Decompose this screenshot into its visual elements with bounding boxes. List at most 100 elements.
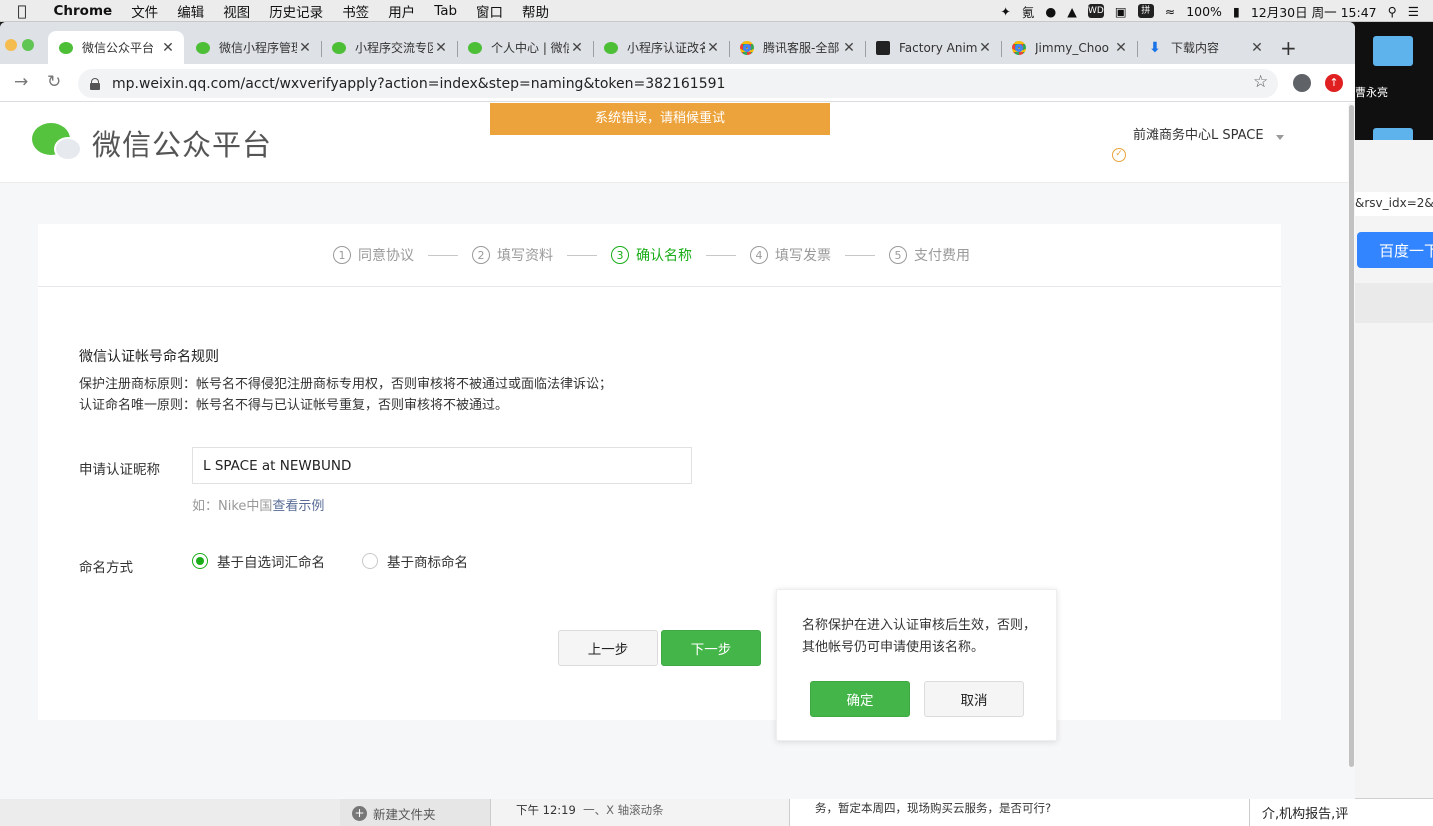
tab-downloads[interactable]: ⬇ 下载内容 ✕ [1137, 31, 1273, 64]
tab-jimmy-choo[interactable]: Jimmy_Choo ✕ [1001, 31, 1137, 64]
battery-icon[interactable]: ▮ [1233, 4, 1240, 19]
new-folder-button[interactable]: + 新建文件夹 [340, 799, 490, 826]
chevron-down-icon[interactable] [1276, 135, 1284, 140]
confirm-button[interactable]: 确定 [810, 681, 910, 717]
close-tab-icon[interactable]: ✕ [297, 40, 313, 56]
wechat-icon [58, 40, 74, 56]
reload-icon[interactable]: ↻ [47, 72, 61, 92]
menu-bookmarks[interactable]: 书签 [333, 1, 379, 21]
ime-indicator[interactable]: 氪 [1022, 2, 1035, 21]
forward-arrow-icon[interactable]: → [14, 72, 28, 92]
scrollbar-thumb[interactable] [1349, 105, 1354, 767]
desktop-folder-label[interactable]: 曹永亮 [1355, 84, 1388, 100]
tab-title: Jimmy_Choo [1035, 40, 1110, 55]
tab-wechat-mp[interactable]: 微信公众平台 ✕ [48, 31, 184, 64]
tab-title: 小程序认证改名 [627, 41, 705, 55]
radio-trademark[interactable]: 基于商标命名 [362, 551, 468, 571]
wifi-icon[interactable]: ≈ [1165, 4, 1175, 19]
address-bar[interactable]: mp.weixin.qq.com/acct/wxverifyapply?acti… [78, 69, 1278, 98]
close-tab-icon[interactable]: ✕ [841, 40, 857, 56]
step-number: 1 [333, 246, 351, 264]
menu-file[interactable]: 文件 [122, 1, 168, 21]
logo-text: 微信公众平台 [92, 128, 273, 162]
verified-badge-icon: ✓ [1112, 148, 1126, 162]
menu-help[interactable]: 帮助 [513, 1, 559, 21]
menu-people[interactable]: 用户 [379, 1, 425, 21]
step-number: 4 [750, 246, 768, 264]
menu-edit[interactable]: 编辑 [168, 1, 214, 21]
qq-tray-icon[interactable]: ▲ [1067, 4, 1077, 19]
account-name[interactable]: 前滩商务中心L SPACE [1133, 124, 1264, 143]
menu-app-chrome[interactable]: Chrome [44, 3, 122, 19]
wd-drive-icon[interactable]: WD [1087, 4, 1104, 18]
background-app-strip: + 新建文件夹 下午 12:19 一、X 轴滚动条 务，暂定本周四，现场购买云服… [0, 798, 1433, 826]
baidu-search-button[interactable]: 百度一下 [1357, 232, 1433, 268]
step-label: 支付费用 [914, 248, 970, 264]
prev-step-button[interactable]: 上一步 [558, 630, 658, 666]
minimize-window-button[interactable] [5, 39, 17, 51]
tab-factory-anima[interactable]: Factory Anima ✕ [865, 31, 1001, 64]
step-fill-info: 2 填写资料 [472, 245, 553, 265]
step-label: 填写资料 [497, 248, 553, 264]
step-number: 2 [472, 246, 490, 264]
chat-message-text: 务，暂定本周四，现场购买云服务，是否可行? [790, 799, 1250, 826]
close-tab-icon[interactable]: ✕ [433, 40, 449, 56]
lock-icon[interactable] [90, 77, 100, 90]
nickname-input[interactable] [192, 447, 692, 484]
step-agree: 1 同意协议 [333, 245, 414, 265]
menu-history[interactable]: 历史记录 [260, 1, 333, 21]
close-tab-icon[interactable]: ✕ [1113, 40, 1129, 56]
close-tab-icon[interactable]: ✕ [160, 40, 176, 56]
menu-window[interactable]: 窗口 [467, 1, 513, 21]
chrome-window: 微信公众平台 ✕ 微信小程序管理 ✕ 小程序交流专区 ✕ 个人中心 | 微信 ✕… [0, 22, 1355, 799]
zoom-window-button[interactable] [22, 39, 34, 51]
tab-title: 微信小程序管理 [219, 41, 297, 55]
close-tab-icon[interactable]: ✕ [569, 40, 585, 56]
wechat-icon [467, 40, 483, 56]
menubar-status-area: ✦ 氪 ● ▲ WD ▣ 拼 ≈ 100% ▮ 12月30日 周一 15:47 … [1000, 0, 1433, 22]
tab-miniprogram-forum[interactable]: 小程序交流专区 ✕ [321, 31, 457, 64]
tab-miniprogram-admin[interactable]: 微信小程序管理 ✕ [185, 31, 321, 64]
menu-view[interactable]: 视图 [214, 1, 260, 21]
note-list-item[interactable]: 下午 12:19 一、X 轴滚动条 [490, 799, 790, 826]
clock[interactable]: 12月30日 周一 15:47 [1251, 2, 1377, 21]
bookmark-star-icon[interactable]: ☆ [1253, 72, 1268, 92]
wechat-tray-icon[interactable]: ● [1045, 4, 1056, 19]
profile-avatar-icon[interactable] [1293, 74, 1311, 92]
bird-icon[interactable]: ✦ [1000, 4, 1010, 19]
notification-center-icon[interactable]: ☰ [1408, 4, 1419, 19]
pinyin-input-icon[interactable]: 拼 [1137, 4, 1154, 18]
background-toolbar-band [1355, 283, 1433, 323]
radio-unchecked-icon[interactable] [362, 553, 378, 569]
apple-menu-icon[interactable]:  [0, 2, 44, 20]
close-tab-icon[interactable]: ✕ [1249, 40, 1265, 56]
menu-tab[interactable]: Tab [425, 3, 467, 19]
close-tab-icon[interactable]: ✕ [977, 40, 993, 56]
new-tab-button[interactable]: + [1280, 36, 1297, 60]
popover-message: 名称保护在进入认证审核后生效，否则，其他帐号仍可申请使用该名称。 [802, 618, 1037, 655]
folder-icon[interactable] [1373, 36, 1413, 66]
spotlight-search-icon[interactable]: ⚲ [1388, 4, 1397, 19]
view-example-link[interactable]: 查看示例 [272, 499, 324, 514]
tab-tencent-support[interactable]: 腾讯客服-全部 ✕ [729, 31, 865, 64]
tab-personal-center[interactable]: 个人中心 | 微信 ✕ [457, 31, 593, 64]
extension-upload-icon[interactable]: ↑ [1325, 74, 1343, 92]
wechat-mp-logo[interactable]: 微信公众平台 [32, 121, 272, 165]
step-label: 填写发票 [775, 248, 831, 264]
tab-miniprogram-rename[interactable]: 小程序认证改名 ✕ [593, 31, 729, 64]
hint-example-text: 如：Nike中国 [192, 499, 273, 514]
note-tray-icon[interactable]: ▣ [1115, 4, 1127, 19]
page-viewport: 微信公众平台 系统错误，请稍候重试 前滩商务中心L SPACE ✓ 1 同意协议… [0, 103, 1355, 799]
next-step-button[interactable]: 下一步 [661, 630, 761, 666]
cancel-button[interactable]: 取消 [924, 681, 1024, 717]
step-number: 5 [889, 246, 907, 264]
radio-custom-words[interactable]: 基于自选词汇命名 [192, 551, 325, 571]
tab-title: Factory Anima [899, 40, 977, 55]
close-tab-icon[interactable]: ✕ [705, 40, 721, 56]
radio-checked-icon[interactable] [192, 553, 208, 569]
page-scrollbar[interactable] [1348, 103, 1355, 799]
naming-rules: 微信认证帐号命名规则 保护注册商标原则：帐号名不得侵犯注册商标专用权，否则审核将… [79, 346, 612, 416]
step-confirm-name: 3 确认名称 [611, 245, 692, 265]
tab-title: 腾讯客服-全部 [763, 41, 840, 55]
battery-percent[interactable]: 100% [1186, 4, 1222, 19]
